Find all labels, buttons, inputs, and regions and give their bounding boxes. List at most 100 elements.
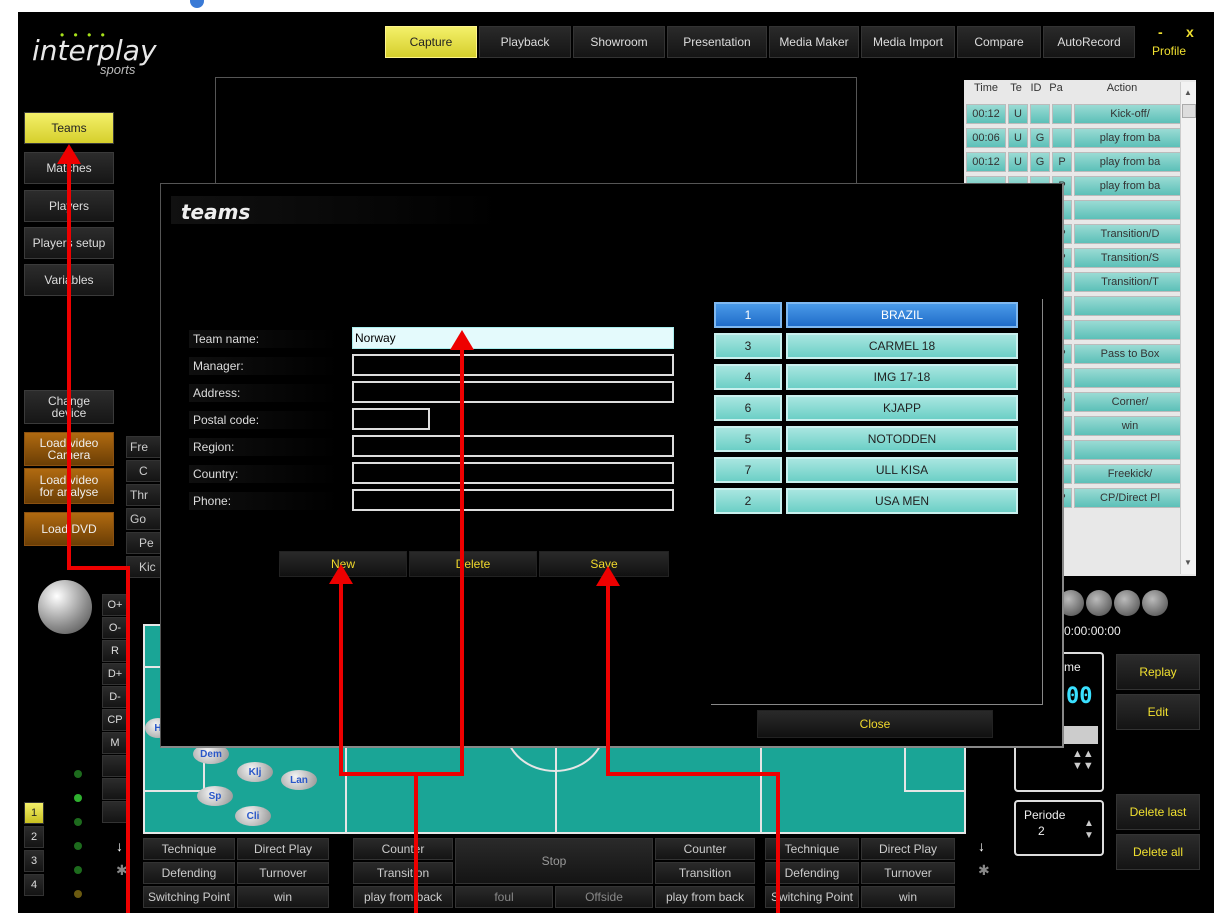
scroll-thumb[interactable] <box>1182 104 1196 118</box>
tab-capture[interactable]: Capture <box>385 26 477 58</box>
action-cell[interactable] <box>1074 296 1186 316</box>
forward-icon[interactable] <box>1142 590 1168 616</box>
id-cell[interactable]: G <box>1030 128 1050 148</box>
code-cp[interactable]: CP <box>102 709 128 731</box>
list-item[interactable]: Kic <box>126 556 162 578</box>
action-cell[interactable] <box>1074 368 1186 388</box>
code-empty[interactable] <box>102 755 128 777</box>
action-cell[interactable] <box>1074 200 1186 220</box>
region-input[interactable] <box>352 435 674 457</box>
action-cell[interactable]: win <box>1074 416 1186 436</box>
tag-switching-point-left[interactable]: Switching Point <box>143 886 235 908</box>
list-item[interactable]: Go <box>126 508 162 530</box>
time-cell[interactable]: 00:12 <box>966 152 1006 172</box>
offside-button[interactable]: Offside <box>555 886 653 908</box>
action-cell[interactable]: CP/Direct Pl <box>1074 488 1186 508</box>
player-token[interactable]: Klj <box>237 762 273 782</box>
action-cell[interactable]: Transition/S <box>1074 248 1186 268</box>
foul-button[interactable]: foul <box>455 886 553 908</box>
volume-knob[interactable] <box>38 580 92 634</box>
replay-button[interactable]: Replay <box>1116 654 1200 690</box>
team-cell[interactable]: U <box>1008 104 1028 124</box>
period-button-3[interactable]: 3 <box>24 850 44 872</box>
tag-transition-right[interactable]: Transition <box>655 862 755 884</box>
player-token[interactable]: Lan <box>281 770 317 790</box>
phone-input[interactable] <box>352 489 674 511</box>
period-button-4[interactable]: 4 <box>24 874 44 896</box>
team-row-id[interactable]: 3 <box>714 333 782 359</box>
team-cell[interactable]: U <box>1008 128 1028 148</box>
action-cell[interactable] <box>1074 320 1186 340</box>
team-row-name[interactable]: IMG 17-18 <box>786 364 1018 390</box>
tag-turnover-right[interactable]: Turnover <box>861 862 955 884</box>
team-row-id[interactable]: 2 <box>714 488 782 514</box>
game-time-slider[interactable] <box>1064 726 1098 744</box>
stop-button[interactable]: Stop <box>455 838 653 884</box>
team-row-name[interactable]: ULL KISA <box>786 457 1018 483</box>
team-cell[interactable]: U <box>1008 152 1028 172</box>
tag-technique-left[interactable]: Technique <box>143 838 235 860</box>
periode-stepper-icon[interactable]: ▲ ▼ <box>1084 818 1094 842</box>
team-row-id[interactable]: 6 <box>714 395 782 421</box>
runner-icon[interactable]: ✱ <box>978 862 990 879</box>
profile-button[interactable]: Profile <box>1152 44 1186 58</box>
action-cell[interactable]: play from ba <box>1074 128 1186 148</box>
scroll-up-icon[interactable]: ▲ <box>1184 88 1192 97</box>
team-name-input[interactable]: Norway <box>352 327 674 349</box>
team-row-id[interactable]: 5 <box>714 426 782 452</box>
dialog-close-button[interactable]: Close <box>757 710 993 738</box>
action-cell[interactable]: Transition/T <box>1074 272 1186 292</box>
close-window-button[interactable]: x <box>1186 24 1194 40</box>
table-scrollbar[interactable]: ▲ ▼ <box>1180 82 1196 574</box>
game-time-stepper-icon[interactable]: ▲▲ ▼▼ <box>1072 748 1094 772</box>
list-item[interactable]: Pe <box>126 532 162 554</box>
tag-play-from-back-left[interactable]: play from back <box>353 886 453 908</box>
country-input[interactable] <box>352 462 674 484</box>
player-token[interactable]: Sp <box>197 786 233 806</box>
action-cell[interactable]: Transition/D <box>1074 224 1186 244</box>
edit-button[interactable]: Edit <box>1116 694 1200 730</box>
tab-media-maker[interactable]: Media Maker <box>769 26 859 58</box>
arrow-down-icon[interactable]: ↓ <box>116 838 123 854</box>
code-o-minus[interactable]: O- <box>102 617 128 639</box>
action-cell[interactable]: Freekick/ <box>1074 464 1186 484</box>
tab-media-import[interactable]: Media Import <box>861 26 955 58</box>
tag-play-from-back-right[interactable]: play from back <box>655 886 755 908</box>
tag-counter-right[interactable]: Counter <box>655 838 755 860</box>
code-empty[interactable] <box>102 778 128 800</box>
rewind-icon[interactable] <box>1114 590 1140 616</box>
code-m[interactable]: M <box>102 732 128 754</box>
postal-code-input[interactable] <box>352 408 430 430</box>
left-menu-teams[interactable]: Teams <box>24 112 114 144</box>
tag-win-right[interactable]: win <box>861 886 955 908</box>
id-cell[interactable] <box>1030 104 1050 124</box>
arrow-down-icon[interactable]: ↓ <box>978 838 985 854</box>
period-button-2[interactable]: 2 <box>24 826 44 848</box>
stop-icon[interactable] <box>1086 590 1112 616</box>
tab-presentation[interactable]: Presentation <box>667 26 767 58</box>
list-item[interactable]: Fre <box>126 436 162 458</box>
tag-direct-play-left[interactable]: Direct Play <box>237 838 329 860</box>
minimize-button[interactable]: - <box>1158 24 1163 40</box>
team-row-name[interactable]: CARMEL 18 <box>786 333 1018 359</box>
scroll-down-icon[interactable]: ▼ <box>1184 558 1192 567</box>
period-button-1[interactable]: 1 <box>24 802 44 824</box>
tab-playback[interactable]: Playback <box>479 26 571 58</box>
action-cell[interactable]: Corner/ <box>1074 392 1186 412</box>
time-cell[interactable]: 00:06 <box>966 128 1006 148</box>
code-r[interactable]: R <box>102 640 128 662</box>
tag-win-left[interactable]: win <box>237 886 329 908</box>
list-item[interactable]: Thr <box>126 484 162 506</box>
team-row-id[interactable]: 1 <box>714 302 782 328</box>
tag-direct-play-right[interactable]: Direct Play <box>861 838 955 860</box>
team-row-name[interactable]: NOTODDEN <box>786 426 1018 452</box>
team-row-name[interactable]: BRAZIL <box>786 302 1018 328</box>
action-cell[interactable]: Pass to Box <box>1074 344 1186 364</box>
pa-cell[interactable] <box>1052 104 1072 124</box>
action-cell[interactable]: play from ba <box>1074 176 1186 196</box>
pa-cell[interactable] <box>1052 128 1072 148</box>
player-token[interactable]: Cli <box>235 806 271 826</box>
team-row-id[interactable]: 4 <box>714 364 782 390</box>
tag-turnover-left[interactable]: Turnover <box>237 862 329 884</box>
delete-all-button[interactable]: Delete all <box>1116 834 1200 870</box>
